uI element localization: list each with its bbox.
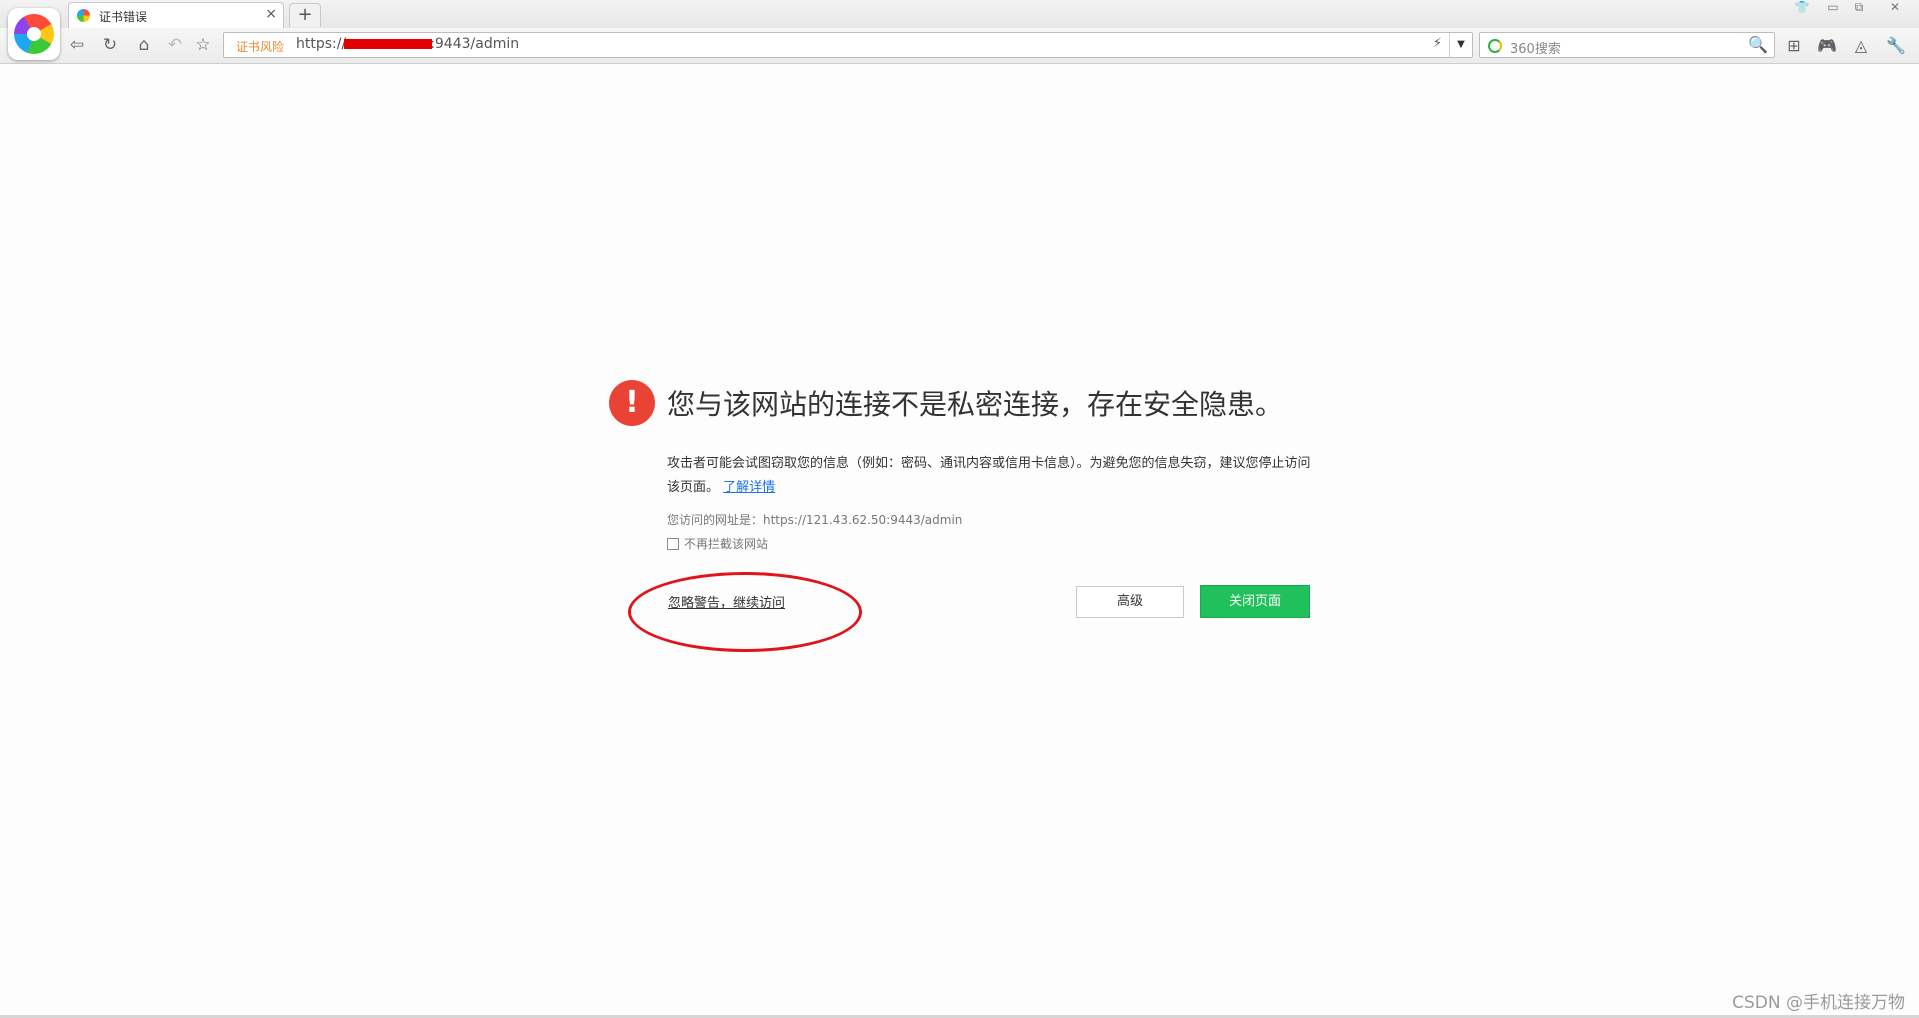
error-alert-icon: ! bbox=[609, 380, 655, 426]
tab-close-icon[interactable]: × bbox=[265, 6, 277, 22]
navigation-toolbar: ⇦ ↻ ⌂ ↶ ☆ 证书风险 https://:9443/admin ⚡ ▼ 3… bbox=[0, 28, 1919, 64]
search-box[interactable]: 360搜索 🔍 bbox=[1479, 32, 1775, 58]
new-tab-button[interactable]: + bbox=[289, 3, 321, 27]
visited-url-text: 您访问的网址是：https://121.43.62.50:9443/admin bbox=[667, 513, 963, 527]
game-icon[interactable]: 🎮 bbox=[1815, 34, 1839, 58]
no-block-option[interactable]: 不再拦截该网站 bbox=[667, 535, 768, 552]
apps-grid-icon[interactable]: ⊞ bbox=[1782, 34, 1806, 58]
url-dropdown-icon[interactable]: ▼ bbox=[1449, 33, 1472, 57]
refresh-icon[interactable]: ↻ bbox=[98, 33, 122, 57]
url-redaction bbox=[344, 39, 433, 49]
tools-wrench-icon[interactable]: 🔧 bbox=[1884, 34, 1908, 58]
error-title: 您与该网站的连接不是私密连接，存在安全隐患。 bbox=[667, 388, 1284, 421]
search-engine-icon bbox=[1488, 39, 1502, 53]
minimize-icon[interactable]: ▭ bbox=[1822, 0, 1844, 14]
browser-logo[interactable] bbox=[8, 8, 60, 60]
restore-icon[interactable]: ⧉ bbox=[1848, 0, 1870, 15]
ignore-warning-link[interactable]: 忽略警告，继续访问 bbox=[668, 592, 785, 611]
no-block-label[interactable]: 不再拦截该网站 bbox=[684, 535, 768, 552]
cert-warning-label[interactable]: 证书风险 bbox=[236, 38, 284, 55]
favorite-star-icon[interactable]: ☆ bbox=[191, 33, 215, 57]
no-block-checkbox[interactable] bbox=[667, 537, 679, 550]
tab-strip: 证书错误 × + 👕 ▭ ⧉ ✕ bbox=[0, 0, 1919, 28]
advanced-button[interactable]: 高级 bbox=[1076, 586, 1184, 618]
speed-mode-icon[interactable]: ⚡ bbox=[1433, 36, 1442, 51]
error-description: 攻击者可能会试图窃取您的信息（例如：密码、通讯内容或信用卡信息）。为避免您的信息… bbox=[667, 452, 1317, 500]
address-bar[interactable]: 证书风险 https://:9443/admin ⚡ ▼ bbox=[223, 32, 1473, 58]
url-text[interactable]: https://:9443/admin bbox=[296, 36, 519, 52]
tab-favicon-icon bbox=[77, 9, 90, 22]
extension-icon[interactable]: ◬ bbox=[1849, 34, 1873, 58]
skin-icon[interactable]: 👕 bbox=[1791, 0, 1813, 14]
tab-title: 证书错误 bbox=[99, 10, 148, 24]
undo-close-icon[interactable]: ↶ bbox=[163, 33, 187, 57]
watermark: CSDN @手机连接万物 bbox=[1732, 993, 1905, 1013]
close-window-icon[interactable]: ✕ bbox=[1884, 0, 1906, 14]
search-icon[interactable]: 🔍 bbox=[1748, 35, 1768, 54]
browser-tab[interactable]: 证书错误 × bbox=[68, 2, 284, 28]
close-page-button[interactable]: 关闭页面 bbox=[1200, 585, 1310, 618]
learn-more-link[interactable]: 了解详情 bbox=[723, 480, 775, 495]
back-icon[interactable]: ⇦ bbox=[65, 33, 89, 57]
browser-logo-icon bbox=[14, 14, 54, 54]
search-placeholder[interactable]: 360搜索 bbox=[1510, 38, 1561, 57]
annotation-circle bbox=[628, 572, 862, 652]
home-icon[interactable]: ⌂ bbox=[132, 33, 156, 57]
